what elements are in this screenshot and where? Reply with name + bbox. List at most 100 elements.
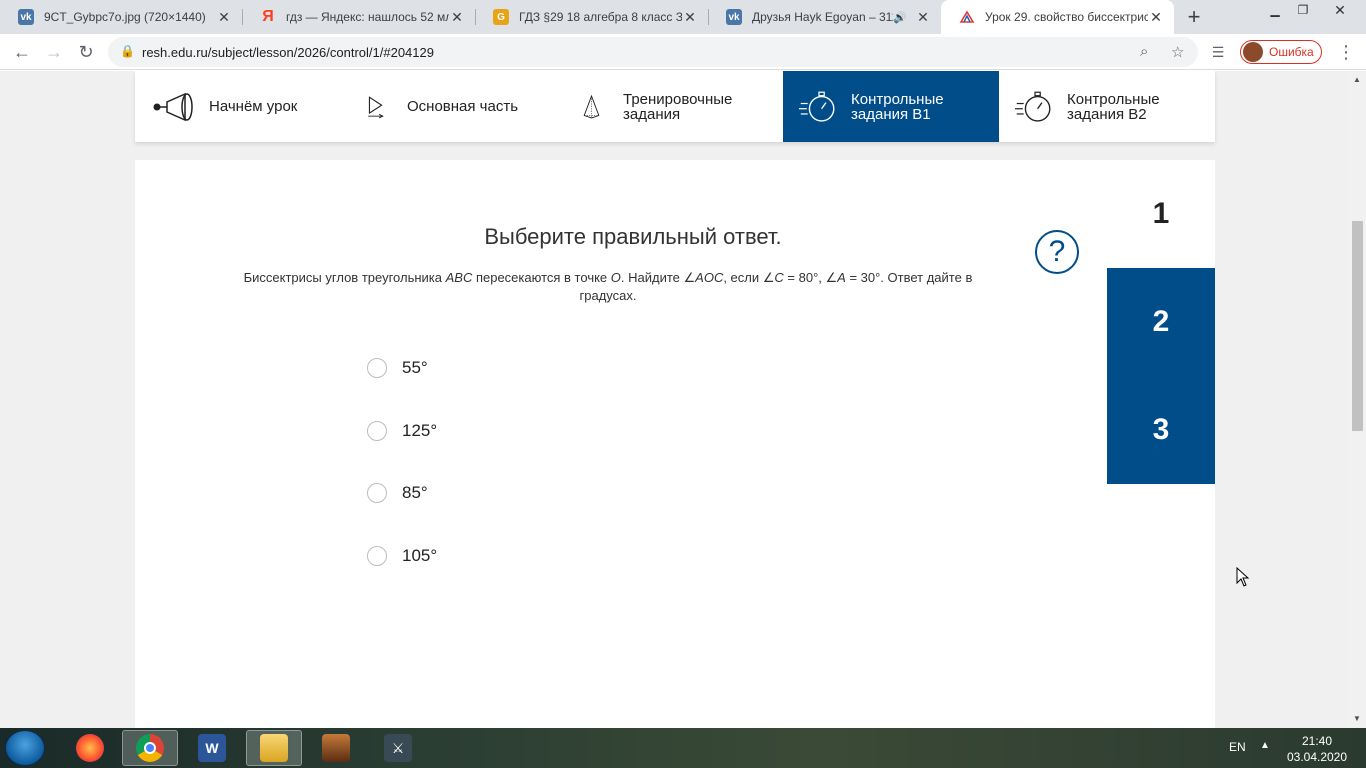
menu-kebab-icon[interactable]: ⋮ <box>1334 40 1358 64</box>
option-label: 85° <box>402 483 428 502</box>
stopwatch-icon <box>799 91 835 122</box>
play-icon <box>368 95 384 118</box>
game-character-icon <box>322 734 350 762</box>
browser-toolbar: ← → ↻ 🔒 resh.edu.ru/subject/lesson/2026/… <box>0 34 1366 70</box>
radio-button[interactable] <box>367 421 387 441</box>
tab-title: Друзья Hayk Egoyan – 311 <box>752 10 894 24</box>
tab-title: Урок 29. свойство биссектрис <box>985 10 1148 24</box>
option-label: 125° <box>402 421 438 440</box>
tray-expand-icon[interactable]: ▲ <box>1260 740 1270 751</box>
zoom-icon[interactable]: ⌕ <box>1140 43 1148 60</box>
taskbar-firefox[interactable] <box>62 730 118 766</box>
stopwatch-icon <box>1015 91 1051 122</box>
browser-tab-0[interactable]: vk 9CT_Gybpc7o.jpg (720×1440) ✕ <box>0 0 242 34</box>
speaker-icon[interactable]: 🔊 <box>893 11 907 24</box>
radio-button[interactable] <box>367 483 387 503</box>
answer-option[interactable]: 55° <box>367 356 567 380</box>
close-icon[interactable]: ✕ <box>216 9 232 26</box>
close-icon[interactable]: ✕ <box>915 9 931 26</box>
tab-title: ГДЗ §29 18 алгебра 8 класс Зад <box>519 10 682 24</box>
system-clock[interactable]: 21:40 03.04.2020 <box>1282 733 1352 765</box>
scrollbar-thumb[interactable] <box>1352 221 1363 431</box>
step-label: Начнём урок <box>209 98 298 115</box>
answer-option[interactable]: 125° <box>367 419 567 443</box>
back-arrow-icon[interactable]: ← <box>10 40 34 64</box>
taskbar-explorer[interactable] <box>246 730 302 766</box>
windows-start-icon[interactable] <box>5 730 45 766</box>
answer-option[interactable]: 105° <box>367 544 567 568</box>
close-icon[interactable]: ✕ <box>1148 9 1164 26</box>
browser-tab-3[interactable]: vk Друзья Hayk Egoyan – 311 🔊 ✕ <box>708 0 941 34</box>
media-controls-icon[interactable]: ☰ <box>1206 40 1230 64</box>
reload-icon[interactable]: ↻ <box>74 40 98 64</box>
gdz-icon: G <box>493 9 509 25</box>
option-label: 55° <box>402 358 428 377</box>
question-text-part: ABC <box>445 270 473 285</box>
browser-tab-2[interactable]: G ГДЗ §29 18 алгебра 8 класс Зад ✕ <box>475 0 708 34</box>
taskbar-counter-strike[interactable]: ⚔ <box>370 730 426 766</box>
window-close-icon[interactable]: ✕ <box>1318 0 1362 20</box>
question-number-3[interactable]: 3 <box>1107 376 1215 484</box>
clock-time: 21:40 <box>1301 734 1333 748</box>
close-icon[interactable]: ✕ <box>449 9 465 26</box>
question-text-part: Биссектрисы углов треугольника <box>243 270 446 285</box>
step-label: Основная часть <box>407 98 519 115</box>
counter-strike-icon: ⚔ <box>384 734 412 762</box>
page-scrollbar[interactable]: ▲ ▼ <box>1350 71 1366 728</box>
question-text-part: A <box>837 270 846 285</box>
keyboard-language[interactable]: EN <box>1229 740 1246 754</box>
tab-title: 9CT_Gybpc7o.jpg (720×1440) <box>44 10 206 24</box>
firefox-icon <box>76 734 104 762</box>
step-label: Контрольные задания В1 <box>851 90 944 123</box>
step-training-tasks[interactable]: Тренировочные задания <box>583 71 783 142</box>
taskbar-game[interactable] <box>308 730 364 766</box>
page-viewport: Начнём урок Основная часть Тренировочные… <box>0 71 1350 728</box>
maximize-icon[interactable]: ❐ <box>1290 0 1316 20</box>
radio-button[interactable] <box>367 358 387 378</box>
radio-button[interactable] <box>367 546 387 566</box>
scroll-down-icon[interactable]: ▼ <box>1353 714 1361 723</box>
question-text-part: = 80°, ∠ <box>783 270 838 285</box>
question-text: Биссектрисы углов треугольника ABC перес… <box>215 269 1001 305</box>
address-bar[interactable]: 🔒 resh.edu.ru/subject/lesson/2026/contro… <box>108 37 1198 67</box>
taskbar-chrome[interactable] <box>122 730 178 766</box>
resh-icon <box>959 9 975 25</box>
step-main-part[interactable]: Основная часть <box>367 71 567 142</box>
megaphone-icon <box>153 92 193 121</box>
question-mark-icon: ? <box>1048 235 1066 268</box>
minimize-icon[interactable]: ▁ <box>1262 0 1288 20</box>
profile-button[interactable]: Ошибка <box>1240 40 1322 64</box>
step-start-lesson[interactable]: Начнём урок <box>151 71 351 142</box>
profile-status: Ошибка <box>1269 45 1314 59</box>
step-control-b2[interactable]: Контрольные задания В2 <box>1015 71 1215 142</box>
close-icon[interactable]: ✕ <box>682 9 698 26</box>
yandex-icon: Я <box>262 8 274 25</box>
word-icon: W <box>198 734 226 762</box>
browser-tab-1[interactable]: Я гдз — Яндекс: нашлось 52 млн ✕ <box>242 0 475 34</box>
step-label: Тренировочные задания <box>623 90 733 123</box>
step-label: Контрольные задания В2 <box>1067 90 1160 123</box>
scroll-up-icon[interactable]: ▲ <box>1353 75 1361 84</box>
browser-tab-4[interactable]: Урок 29. свойство биссектрис ✕ <box>941 0 1174 34</box>
answer-option[interactable]: 85° <box>367 481 567 505</box>
option-label: 105° <box>402 546 438 565</box>
question-text-part: , если ∠ <box>723 270 775 285</box>
bookmark-star-icon[interactable]: ☆ <box>1171 43 1184 61</box>
pyramid-icon <box>583 94 600 118</box>
url-text: resh.edu.ru/subject/lesson/2026/control/… <box>142 45 434 60</box>
question-text-part: O <box>610 270 621 285</box>
question-number-1[interactable]: 1 <box>1107 160 1215 268</box>
question-text-part: пересекаются в точке <box>472 270 611 285</box>
taskbar-word[interactable]: W <box>184 730 240 766</box>
question-number-2[interactable]: 2 <box>1107 268 1215 376</box>
lesson-step-nav: Начнём урок Основная часть Тренировочные… <box>135 71 1215 142</box>
forward-arrow-icon[interactable]: → <box>42 40 66 64</box>
tab-title: гдз — Яндекс: нашлось 52 млн <box>286 10 449 24</box>
folder-icon <box>260 734 288 762</box>
browser-tabstrip: vk 9CT_Gybpc7o.jpg (720×1440) ✕ Я гдз — … <box>0 0 1366 34</box>
new-tab-button[interactable]: + <box>1180 3 1208 31</box>
help-button[interactable]: ? <box>1035 230 1079 274</box>
step-control-b1[interactable]: Контрольные задания В1 <box>783 71 999 142</box>
question-text-part: AOC <box>695 270 724 285</box>
vk-icon: vk <box>18 9 34 25</box>
